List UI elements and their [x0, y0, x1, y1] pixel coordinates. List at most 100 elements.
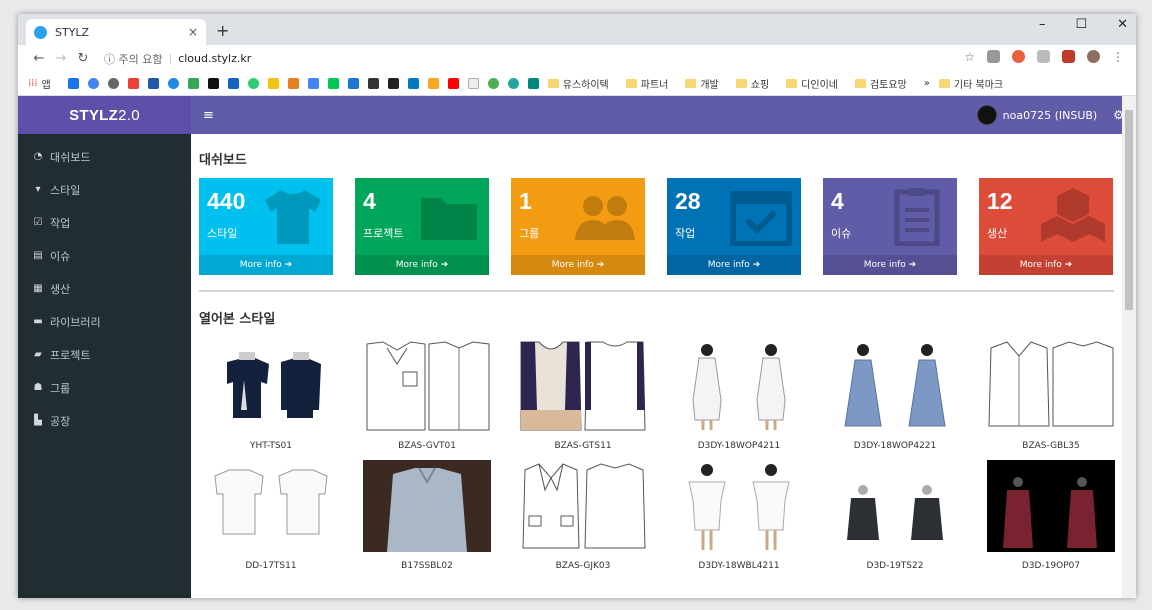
style-card[interactable]: D3DY-18WOP4211	[675, 340, 803, 456]
cubes-icon: ▦	[33, 282, 43, 294]
folder-icon	[685, 79, 697, 88]
bookmark-icon[interactable]	[387, 78, 399, 89]
sidebar-item-production[interactable]: ▦ 생산	[18, 272, 191, 305]
more-info-link[interactable]: More info ➔	[667, 255, 801, 275]
style-card[interactable]: DD-17TS11	[207, 460, 335, 576]
bookmark-icon[interactable]	[247, 78, 259, 89]
security-indicator[interactable]: ⓘ 주의 요함	[104, 51, 162, 67]
bookmark-icon[interactable]	[267, 78, 279, 89]
bookmark-icon[interactable]	[207, 78, 219, 89]
style-card[interactable]: D3D-19TS22	[831, 460, 959, 576]
google-icon[interactable]	[87, 78, 99, 89]
sidebar-item-group[interactable]: ☗ 그룹	[18, 371, 191, 404]
drive-icon[interactable]	[187, 78, 199, 89]
style-card[interactable]: D3DY-18WBL4211	[675, 460, 803, 576]
trello-icon[interactable]	[407, 78, 419, 89]
menu-kebab-icon[interactable]: ⋮	[1112, 50, 1124, 64]
bookmark-icon[interactable]	[527, 78, 539, 89]
style-code: YHT-TS01	[249, 441, 293, 451]
page-icon[interactable]	[467, 78, 479, 89]
extension-icon[interactable]	[1037, 50, 1050, 63]
more-info-link[interactable]: More info ➔	[511, 255, 645, 275]
scrollbar-thumb[interactable]	[1125, 110, 1133, 310]
stylz-app: STYLZ 2.0 ◔ 대쉬보드 ▾ 스타일 ☑ 작업 ▤ 이슈 ▦ 생산 ▬ 라이브러리 ▰…	[18, 96, 1136, 598]
bookmark-icon[interactable]	[227, 78, 239, 89]
stat-value: 440	[207, 188, 246, 214]
more-info-link[interactable]: More info ➔	[199, 255, 333, 275]
sidebar-item-project[interactable]: ▰ 프로젝트	[18, 338, 191, 371]
bookmark-folder[interactable]: 쇼핑	[735, 76, 769, 91]
stat-box-group: 1 그룹 More info ➔	[511, 178, 645, 275]
bookmark-icon[interactable]	[347, 78, 359, 89]
bookmark-folder[interactable]: 개발	[685, 76, 719, 91]
more-bookmarks-button[interactable]: »	[924, 78, 930, 89]
url-text[interactable]: cloud.stylz.kr	[178, 52, 251, 65]
style-card[interactable]: D3DY-18WOP4221	[831, 340, 959, 456]
calendar-icon[interactable]	[147, 78, 159, 89]
style-code: BZAS-GTS11	[554, 441, 612, 451]
style-code: BZAS-GJK03	[555, 561, 611, 571]
tab-close-button[interactable]: ×	[188, 25, 198, 39]
tshirt-icon: ▾	[35, 183, 41, 195]
gmail-icon[interactable]	[127, 78, 139, 89]
more-info-link[interactable]: More info ➔	[823, 255, 957, 275]
style-card[interactable]: BZAS-GTS11	[519, 340, 647, 456]
tab-title: STYLZ	[55, 25, 90, 39]
sidebar-item-library[interactable]: ▬ 라이브러리	[18, 305, 191, 338]
play-icon[interactable]	[327, 78, 339, 89]
sidebar-item-factory[interactable]: ▙ 공장	[18, 404, 191, 437]
style-card[interactable]: YHT-TS01	[207, 340, 335, 456]
style-thumbnail	[227, 352, 321, 418]
maximize-button[interactable]: ☐	[1075, 17, 1087, 32]
bookmark-icon[interactable]	[167, 78, 179, 89]
style-card[interactable]: D3D-19OP07	[987, 460, 1115, 576]
folder-icon	[547, 79, 559, 88]
style-card[interactable]: BZAS-GJK03	[519, 460, 647, 576]
new-tab-button[interactable]: +	[216, 21, 229, 40]
sidebar-item-style[interactable]: ▾ 스타일	[18, 173, 191, 206]
pdf-extension-icon[interactable]	[1062, 50, 1075, 63]
bookmark-icon[interactable]	[367, 78, 379, 89]
style-thumbnail	[688, 464, 790, 550]
folder-icon	[786, 79, 798, 88]
tshirt-icon	[265, 190, 321, 244]
youtube-icon[interactable]	[447, 78, 459, 89]
user-menu[interactable]: noa0725 (INSUB)	[976, 105, 1097, 125]
bookmark-folder[interactable]: 검토요망	[854, 76, 907, 91]
sidebar-item-dashboard[interactable]: ◔ 대쉬보드	[18, 140, 191, 173]
sidebar-item-issue[interactable]: ▤ 이슈	[18, 239, 191, 272]
page-scrollbar[interactable]	[1122, 96, 1136, 598]
browser-tab[interactable]: STYLZ ×	[26, 19, 206, 45]
extension-icon[interactable]	[987, 50, 1000, 63]
style-card[interactable]: BZAS-GBL35	[987, 340, 1115, 456]
bookmark-icon[interactable]	[67, 78, 79, 89]
back-icon[interactable]: ←	[28, 51, 50, 66]
extension-icon[interactable]	[1012, 50, 1025, 63]
sidebar-item-task[interactable]: ☑ 작업	[18, 206, 191, 239]
analytics-icon[interactable]	[427, 78, 439, 89]
translate-icon[interactable]	[307, 78, 319, 89]
bookmark-folder[interactable]: 디인이네	[786, 76, 838, 91]
style-card[interactable]: B17SSBL02	[363, 460, 491, 576]
more-info-link[interactable]: More info ➔	[979, 255, 1113, 275]
folder-icon	[938, 79, 950, 88]
bookmark-folder[interactable]: 파트너	[625, 76, 668, 91]
omnibox[interactable]: ⓘ 주의 요함 | cloud.stylz.kr	[104, 51, 251, 67]
reload-icon[interactable]: ↻	[72, 51, 94, 66]
other-bookmarks-folder[interactable]: 기타 북마크	[938, 76, 1003, 91]
style-card[interactable]: BZAS-GVT01	[363, 340, 491, 456]
more-info-link[interactable]: More info ➔	[355, 255, 489, 275]
close-window-button[interactable]: ✕	[1117, 17, 1128, 32]
bookmark-folder[interactable]: 유스하이텍	[547, 76, 609, 91]
profile-avatar-icon[interactable]	[1087, 50, 1100, 63]
minimize-button[interactable]: –	[1039, 17, 1046, 32]
apps-shortcut[interactable]: ⁞⁞⁞ 앱	[28, 76, 51, 91]
bookmark-icon[interactable]	[107, 78, 119, 89]
bookmark-star-icon[interactable]: ☆	[964, 50, 975, 64]
bookmark-icon[interactable]	[487, 78, 499, 89]
bookmark-icon[interactable]	[507, 78, 519, 89]
bookmark-icon[interactable]	[287, 78, 299, 89]
forward-icon[interactable]: →	[50, 51, 72, 66]
app-logo[interactable]: STYLZ 2.0	[18, 96, 191, 134]
sidebar-toggle-button[interactable]: ≡	[203, 108, 214, 123]
